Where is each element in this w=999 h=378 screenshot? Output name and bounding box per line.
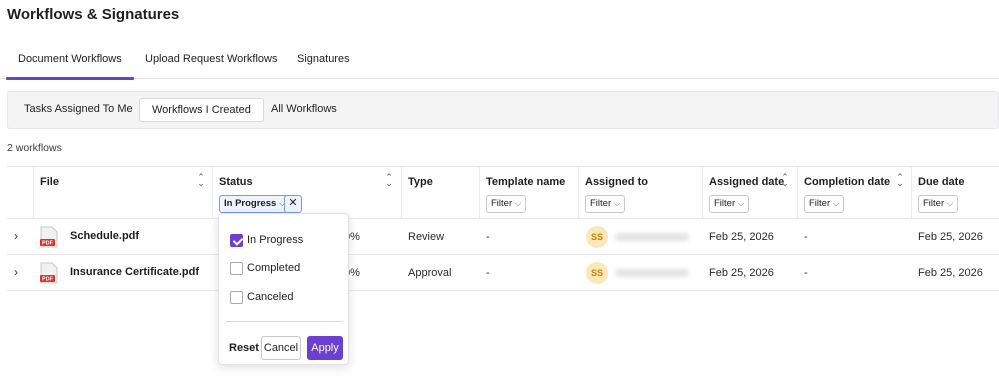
template-name-filter-button[interactable]: Filter ⌵ [486,195,527,213]
reset-button[interactable]: Reset [229,342,259,354]
chevron-down-icon: ⌵ [738,199,745,208]
column-header-template-name: Template name [486,176,566,188]
subtab-tasks-assigned-to-me[interactable]: Tasks Assigned To Me [12,98,145,122]
sort-file-icon[interactable]: ⌃ ⌄ [196,173,206,188]
due-date-filter-button[interactable]: Filter ⌵ [918,195,959,213]
subtab-all-workflows[interactable]: All Workflows [259,98,349,122]
chevron-down-icon: ⌵ [515,199,522,208]
workflows-table: File ⌃ ⌄ Status ⌃ ⌄ In Progress ⌵ ✕ Type Te… [7,166,999,292]
file-name[interactable]: Schedule.pdf [70,230,139,242]
sort-completion-date-icon[interactable]: ⌃ ⌄ [895,173,905,188]
assignee-name-redacted [615,233,689,241]
dropdown-divider [226,321,343,322]
assignee-name-redacted [615,269,689,277]
status-filter-dropdown: In Progress Completed Canceled Reset Can… [218,213,349,365]
subtab-workflows-i-created[interactable]: Workflows I Created [139,98,264,122]
assigned-date-value: Feb 25, 2026 [709,267,774,279]
avatar: SS [586,262,608,284]
column-header-assigned-date: Assigned date [709,176,785,188]
type-value: Approval [408,267,452,279]
column-header-type: Type [408,176,433,188]
filter-label: Filter [809,198,831,209]
filter-label: Filter [714,198,736,209]
column-header-completion-date: Completion date [804,176,891,188]
pdf-file-icon: PDF [40,262,58,284]
checkbox[interactable] [230,291,243,304]
chevron-down-icon: ⌵ [947,199,954,208]
completion-date-value: - [804,231,808,243]
file-name[interactable]: Insurance Certificate.pdf [70,266,199,278]
column-divider [33,167,34,219]
filter-label: Filter [923,198,945,209]
workflow-filter-tabs: Tasks Assigned To Me Workflows I Created… [7,91,999,129]
status-filter-value: In Progress [224,198,277,209]
column-divider [401,167,402,219]
cancel-button[interactable]: Cancel [261,336,301,360]
pdf-badge-label: PDF [42,277,54,283]
template-value: - [486,267,490,279]
clear-status-filter-icon[interactable]: ✕ [284,195,302,213]
checkbox[interactable] [230,262,243,275]
column-divider [911,167,912,219]
column-divider [578,167,579,219]
completion-date-filter-button[interactable]: Filter ⌵ [804,195,845,213]
apply-button[interactable]: Apply [307,336,343,360]
chevron-down-icon: ⌵ [614,199,621,208]
column-divider [797,167,798,219]
table-row[interactable]: › PDF Insurance Certificate.pdf 0% Appro… [7,255,999,291]
assigned-date-value: Feb 25, 2026 [709,231,774,243]
template-value: - [486,231,490,243]
avatar: SS [586,226,608,248]
status-option-label: Canceled [247,291,294,303]
expand-row-chevron-icon[interactable]: › [14,265,18,279]
expand-row-chevron-icon[interactable]: › [14,229,18,243]
column-header-file: File [40,176,59,188]
filter-label: Filter [590,198,612,209]
due-date-value: Feb 25, 2026 [918,231,983,243]
filter-label: Filter [491,198,513,209]
sort-assigned-date-icon[interactable]: ⌃ ⌄ [780,173,790,188]
column-header-due-date: Due date [918,176,965,188]
status-filter-chip[interactable]: In Progress ⌵ [219,195,290,213]
column-divider [702,167,703,219]
completion-date-value: - [804,267,808,279]
assigned-date-filter-button[interactable]: Filter ⌵ [709,195,750,213]
checkbox-checked[interactable] [230,234,243,247]
assigned-to-filter-button[interactable]: Filter ⌵ [585,195,626,213]
workflow-count: 2 workflows [7,142,62,154]
status-option-label: Completed [247,262,301,274]
type-value: Review [408,231,445,243]
tab-signatures[interactable]: Signatures [297,53,350,65]
table-header: File ⌃ ⌄ Status ⌃ ⌄ In Progress ⌵ ✕ Type Te… [7,166,999,219]
chevron-down-icon: ⌵ [833,199,840,208]
page-title: Workflows & Signatures [7,6,180,23]
pdf-badge-label: PDF [42,241,54,247]
status-option-label: In Progress [247,234,304,246]
due-date-value: Feb 25, 2026 [918,267,983,279]
tab-document-workflows[interactable]: Document Workflows [6,53,134,80]
table-row[interactable]: › PDF Schedule.pdf 0% Review - SS Feb 25… [7,219,999,255]
main-tabs: Document Workflows Upload Request Workfl… [0,42,999,80]
tab-upload-request-workflows[interactable]: Upload Request Workflows [145,53,277,65]
column-header-assigned-to: Assigned to [585,176,648,188]
column-header-status: Status [219,176,253,188]
column-divider [479,167,480,219]
sort-status-icon[interactable]: ⌃ ⌄ [384,173,394,188]
pdf-file-icon: PDF [40,226,58,248]
column-divider [212,167,213,219]
